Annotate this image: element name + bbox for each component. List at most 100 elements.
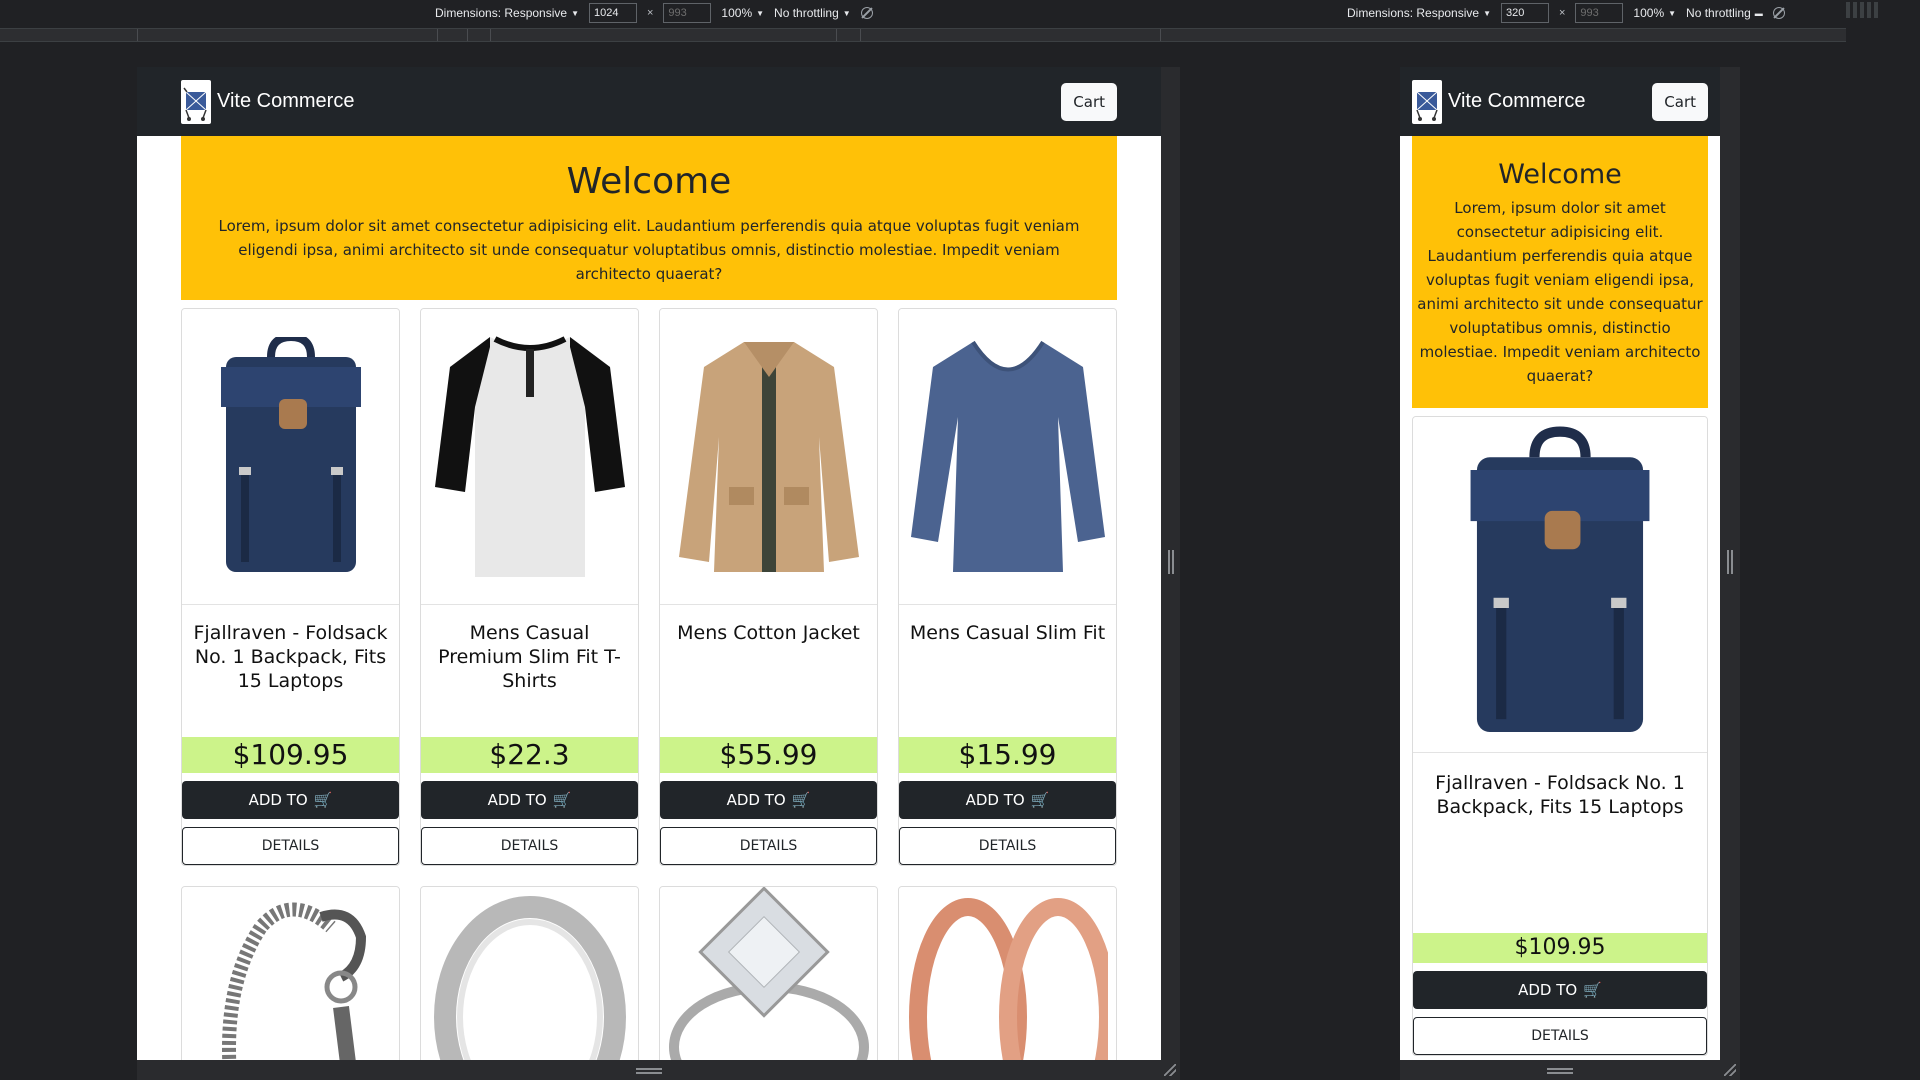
dragon-bracelet-image[interactable] bbox=[182, 887, 399, 1060]
devtools-toolbar-right: Dimensions: Responsive ▼ 320 × 993 100% … bbox=[1347, 0, 1785, 26]
add-to-cart-button[interactable]: ADD TO 🛒 bbox=[1413, 971, 1707, 1009]
details-button[interactable]: DETAILS bbox=[1413, 1017, 1707, 1055]
caret-down-icon: ▼ bbox=[1668, 8, 1677, 18]
product-card: Mens Cotton Jacket $55.99 ADD TO 🛒 DETAI… bbox=[659, 308, 878, 866]
resize-handle-bottom[interactable] bbox=[1547, 1068, 1573, 1074]
product-grid: Fjallraven - Foldsack No. 1 Backpack, Fi… bbox=[1412, 416, 1708, 1056]
brand-name: Vite Commerce bbox=[217, 90, 355, 112]
device-viewport-1024: Vite Commerce Cart Welcome Lorem, ipsum … bbox=[137, 67, 1161, 1060]
dimensions-dropdown[interactable]: Dimensions: Responsive ▼ bbox=[435, 6, 579, 20]
width-input[interactable]: 320 bbox=[1500, 3, 1549, 23]
hero-text: Lorem, ipsum dolor sit amet consectetur … bbox=[218, 217, 1080, 283]
product-card bbox=[659, 886, 878, 1060]
hero-text: Lorem, ipsum dolor sit amet consectetur … bbox=[1417, 199, 1703, 385]
add-label: ADD TO bbox=[726, 791, 786, 809]
brand[interactable]: Vite Commerce bbox=[181, 79, 355, 124]
zoom-dropdown[interactable]: 100% ▼ bbox=[721, 6, 764, 20]
device-viewport-320: Vite Commerce Cart Welcome Lorem, ipsum … bbox=[1400, 67, 1720, 1060]
diamond-ring-image[interactable] bbox=[660, 887, 877, 1060]
devtools-overflow-bars bbox=[1846, 2, 1878, 18]
product-card: Fjallraven - Foldsack No. 1 Backpack, Fi… bbox=[1412, 416, 1708, 1056]
product-price: $109.95 bbox=[1413, 933, 1707, 963]
add-to-cart-button[interactable]: ADD TO 🛒 bbox=[421, 781, 638, 819]
main-content: Welcome Lorem, ipsum dolor sit amet cons… bbox=[137, 136, 1161, 1060]
media-query-ruler[interactable] bbox=[0, 28, 1846, 42]
details-button[interactable]: DETAILS bbox=[660, 827, 877, 865]
add-to-cart-button[interactable]: ADD TO 🛒 bbox=[899, 781, 1116, 819]
resize-handle-bottom[interactable] bbox=[636, 1068, 662, 1074]
backpack-image[interactable] bbox=[1413, 417, 1707, 753]
height-input[interactable]: 993 bbox=[1575, 3, 1624, 23]
main-content: Welcome Lorem, ipsum dolor sit amet cons… bbox=[1400, 136, 1720, 1056]
height-input[interactable]: 993 bbox=[663, 3, 712, 23]
brand[interactable]: Vite Commerce bbox=[1412, 79, 1586, 124]
product-card bbox=[420, 886, 639, 1060]
welcome-hero: Welcome Lorem, ipsum dolor sit amet cons… bbox=[1412, 136, 1708, 408]
cart-icon: 🛒 bbox=[552, 791, 572, 809]
width-input[interactable]: 1024 bbox=[588, 3, 637, 23]
wifi-icon: ▬ bbox=[1754, 8, 1763, 18]
silver-ring-image[interactable] bbox=[421, 887, 638, 1060]
product-price: $55.99 bbox=[660, 737, 877, 773]
vite-commerce-page: Vite Commerce Cart Welcome Lorem, ipsum … bbox=[1400, 67, 1720, 1060]
product-card bbox=[898, 886, 1117, 1060]
product-card: Mens Casual Slim Fit $15.99 ADD TO 🛒 DET… bbox=[898, 308, 1117, 866]
add-label: ADD TO bbox=[965, 791, 1025, 809]
zoom-label: 100% bbox=[1633, 6, 1665, 20]
throttling-label: No throttling bbox=[774, 6, 839, 20]
brand-name: Vite Commerce bbox=[1448, 90, 1586, 112]
product-title: Fjallraven - Foldsack No. 1 Backpack, Fi… bbox=[193, 622, 388, 692]
throttling-dropdown[interactable]: No throttling ▼ bbox=[774, 6, 851, 20]
zoom-dropdown[interactable]: 100% ▼ bbox=[1633, 6, 1676, 20]
add-to-cart-button[interactable]: ADD TO 🛒 bbox=[182, 781, 399, 819]
throttling-dropdown[interactable]: No throttling ▬ bbox=[1686, 6, 1763, 20]
caret-down-icon: ▼ bbox=[842, 8, 851, 18]
product-card: Fjallraven - Foldsack No. 1 Backpack, Fi… bbox=[181, 308, 400, 866]
product-title: Mens Cotton Jacket bbox=[677, 622, 860, 644]
resize-handle-corner[interactable] bbox=[1724, 1064, 1736, 1076]
zoom-label: 100% bbox=[721, 6, 753, 20]
longsleeve-shirt-image[interactable] bbox=[899, 309, 1116, 605]
caret-down-icon: ▼ bbox=[756, 8, 765, 18]
product-grid: Fjallraven - Foldsack No. 1 Backpack, Fi… bbox=[181, 308, 1117, 1060]
navbar: Vite Commerce Cart bbox=[1400, 67, 1720, 136]
add-label: ADD TO bbox=[248, 791, 308, 809]
rotate-icon[interactable] bbox=[1772, 7, 1785, 19]
add-label: ADD TO bbox=[1518, 981, 1578, 999]
rotate-icon[interactable] bbox=[860, 7, 873, 19]
add-to-cart-button[interactable]: ADD TO 🛒 bbox=[660, 781, 877, 819]
cart-button[interactable]: Cart bbox=[1061, 82, 1117, 121]
resize-handle-corner[interactable] bbox=[1164, 1064, 1176, 1076]
add-label: ADD TO bbox=[487, 791, 547, 809]
details-button[interactable]: DETAILS bbox=[899, 827, 1116, 865]
dimensions-dropdown[interactable]: Dimensions: Responsive ▼ bbox=[1347, 6, 1491, 20]
backpack-image[interactable] bbox=[182, 309, 399, 605]
details-button[interactable]: DETAILS bbox=[421, 827, 638, 865]
cart-icon: 🛒 bbox=[1030, 791, 1050, 809]
resize-handle-right[interactable] bbox=[1168, 550, 1174, 574]
product-card: Mens Casual Premium Slim Fit T-Shirts $2… bbox=[420, 308, 639, 866]
devtools-toolbar-left: Dimensions: Responsive ▼ 1024 × 993 100%… bbox=[435, 0, 873, 26]
hero-title: Welcome bbox=[1498, 159, 1622, 190]
throttling-label: No throttling bbox=[1686, 6, 1751, 20]
cart-logo-icon bbox=[1412, 79, 1442, 124]
product-card bbox=[181, 886, 400, 1060]
product-title: Mens Casual Slim Fit bbox=[909, 622, 1106, 644]
details-button[interactable]: DETAILS bbox=[182, 827, 399, 865]
cart-icon: 🛒 bbox=[791, 791, 811, 809]
product-price: $109.95 bbox=[182, 737, 399, 773]
product-price: $15.99 bbox=[899, 737, 1116, 773]
raglan-tshirt-image[interactable] bbox=[421, 309, 638, 605]
welcome-hero: Welcome Lorem, ipsum dolor sit amet cons… bbox=[181, 136, 1117, 300]
cart-button[interactable]: Cart bbox=[1652, 82, 1708, 121]
dimensions-label: Dimensions: Responsive bbox=[435, 6, 568, 20]
times-icon: × bbox=[1558, 7, 1566, 19]
caret-down-icon: ▼ bbox=[1483, 8, 1491, 18]
vite-commerce-page: Vite Commerce Cart Welcome Lorem, ipsum … bbox=[137, 67, 1161, 1060]
resize-handle-right[interactable] bbox=[1727, 550, 1733, 574]
cotton-jacket-image[interactable] bbox=[660, 309, 877, 605]
cart-icon: 🛒 bbox=[313, 791, 333, 809]
rose-gold-rings-image[interactable] bbox=[899, 887, 1116, 1060]
cart-icon: 🛒 bbox=[1583, 981, 1602, 999]
product-title: Mens Casual Premium Slim Fit T-Shirts bbox=[438, 622, 621, 692]
